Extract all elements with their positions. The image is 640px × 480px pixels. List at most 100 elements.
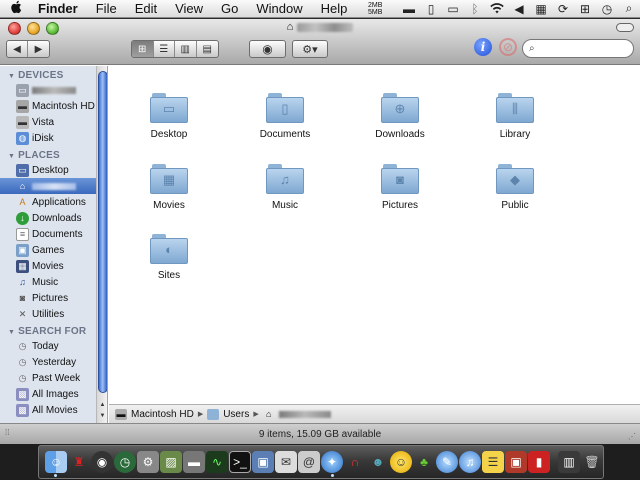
back-button[interactable]: ◀	[7, 41, 28, 57]
folder-music[interactable]: ♫ Music	[240, 162, 330, 211]
sidebar-item-utilities[interactable]: ✕ Utilities	[0, 306, 107, 322]
preview-dock-icon[interactable]: ▣	[252, 451, 274, 473]
chair-dock-icon[interactable]: ♜	[68, 451, 90, 473]
people-dock-icon[interactable]: ☻	[367, 451, 389, 473]
places-header[interactable]: ▼ PLACES	[0, 146, 107, 162]
quicklook-eye-button[interactable]: ◉	[250, 41, 285, 57]
sidebar-item-vista[interactable]: ▬ Vista	[0, 114, 107, 130]
coverflow-view-button[interactable]: ▤	[197, 41, 218, 57]
sidebar-item-pictures[interactable]: ◙ Pictures	[0, 290, 107, 306]
sync-icon[interactable]: ⟳	[552, 0, 574, 18]
sidebar-item-yesterday[interactable]: ◷ Yesterday	[0, 354, 107, 370]
flashcard-dock-icon[interactable]: ▮	[528, 451, 550, 473]
folder-movies[interactable]: ▦ Movies	[124, 162, 214, 211]
window-icon[interactable]: ▭	[442, 0, 464, 18]
bluetooth-icon[interactable]: ᛒ	[464, 0, 486, 18]
wifi-icon[interactable]	[486, 0, 508, 18]
alien-dock-icon[interactable]: ♣	[413, 451, 435, 473]
music-icon: ♫	[19, 277, 26, 287]
mail-stamps-dock-icon[interactable]: ✉	[275, 451, 297, 473]
search-for-header[interactable]: ▼ SEARCH FOR	[0, 322, 107, 338]
sidebar-item-documents[interactable]: ≡ Documents	[0, 226, 107, 242]
menu-window[interactable]: Window	[247, 0, 311, 18]
menu-help[interactable]: Help	[312, 0, 357, 18]
sidebar-item-past-week[interactable]: ◷ Past Week	[0, 370, 107, 386]
address-book-dock-icon[interactable]: @	[298, 451, 320, 473]
folder-desktop[interactable]: ▭ Desktop	[124, 91, 214, 140]
sidebar-item-all-movies[interactable]: ▩ All Movies	[0, 402, 107, 418]
menu-go[interactable]: Go	[212, 0, 247, 18]
volume-icon[interactable]: ◀	[508, 0, 530, 18]
info-button[interactable]: i	[474, 38, 492, 56]
spaces-grid-icon[interactable]: ⊞	[574, 0, 596, 18]
folder-public[interactable]: ◆ Public	[470, 162, 560, 211]
spotlight-icon[interactable]: ⌕	[618, 0, 640, 18]
spaces-icon[interactable]: ▦	[530, 0, 552, 18]
folder-library[interactable]: ⫼ Library	[470, 91, 560, 140]
search-input[interactable]	[537, 42, 626, 55]
trash-dock-icon[interactable]: 🗑	[581, 451, 603, 473]
finder-dock-icon[interactable]: ☺	[45, 451, 67, 473]
drive-dock-icon[interactable]: ▬	[183, 451, 205, 473]
photo-booth-dock-icon[interactable]: ▣	[505, 451, 527, 473]
memory-meter[interactable]: 2MB 5MB	[368, 2, 394, 16]
menu-edit[interactable]: Edit	[126, 0, 166, 18]
title-bar[interactable]: ⌂ ◀ ▶ ⊞ ☰ ▥ ▤ ◉ ⚙▾ i ⊘ ⌕	[0, 19, 640, 65]
sidebar-item-all-images[interactable]: ▩ All Images	[0, 386, 107, 402]
applications-icon: A	[19, 197, 26, 207]
sidebar-item-downloads[interactable]: ↓ Downloads	[0, 210, 107, 226]
photos-dock-icon[interactable]: ▨	[160, 451, 182, 473]
forward-button[interactable]: ▶	[28, 41, 49, 57]
sidebar-scrollbar[interactable]: ▲ ▼	[96, 66, 107, 423]
sidebar-item-today[interactable]: ◷ Today	[0, 338, 107, 354]
folder-pictures[interactable]: ◙ Pictures	[355, 162, 445, 211]
system-preferences-dock-icon[interactable]: ⚙	[137, 451, 159, 473]
search-field[interactable]: ⌕	[522, 39, 634, 58]
sidebar-item-games[interactable]: ▣ Games	[0, 242, 107, 258]
folder-downloads[interactable]: ⊕ Downloads	[355, 91, 445, 140]
sidebar-item-applications[interactable]: A Applications	[0, 194, 107, 210]
scroll-up-arrow-icon[interactable]: ▲	[97, 399, 107, 410]
path-users[interactable]: Users	[223, 409, 249, 420]
clock-icon[interactable]: ◷	[596, 0, 618, 18]
itunes-dock-icon[interactable]: ♫	[459, 451, 481, 473]
toolbar-toggle-button[interactable]	[616, 23, 634, 32]
activity-monitor-dock-icon[interactable]: ∿	[206, 451, 228, 473]
scroll-down-arrow-icon[interactable]: ▼	[97, 410, 107, 421]
ichat-dock-icon[interactable]: ✎	[436, 451, 458, 473]
sidebar-item-movies[interactable]: ▦ Movies	[0, 258, 107, 274]
list-view-button[interactable]: ☰	[154, 41, 175, 57]
resize-handle-icon[interactable]: ⋰	[628, 432, 636, 441]
sidebar-item-music[interactable]: ♫ Music	[0, 274, 107, 290]
devices-header[interactable]: ▼ DEVICES	[0, 66, 107, 82]
folder-sites[interactable]: ◐ Sites	[124, 232, 214, 281]
path-blurred-user[interactable]	[278, 410, 331, 418]
sidebar-scroll-thumb[interactable]	[98, 71, 107, 393]
menu-view[interactable]: View	[166, 0, 212, 18]
dashboard-dock-icon[interactable]: ◉	[91, 451, 113, 473]
icon-view-button[interactable]: ⊞	[132, 41, 154, 57]
magnet-dock-icon[interactable]: ∩	[344, 451, 366, 473]
apple-menu-icon[interactable]	[0, 0, 32, 17]
dash-menu-icon[interactable]: ▬	[398, 0, 420, 18]
downloads-stack-dock-icon[interactable]: ▥	[558, 451, 580, 473]
grip-icon[interactable]: ⁞⁞	[5, 428, 9, 437]
column-view-button[interactable]: ▥	[175, 41, 197, 57]
path-disk[interactable]: Macintosh HD	[131, 409, 194, 420]
no-entry-icon[interactable]: ⊘	[499, 38, 517, 56]
sidebar-item-computer[interactable]: ▭	[0, 82, 107, 98]
sidebar-item-macintosh-hd[interactable]: ▬ Macintosh HD	[0, 98, 107, 114]
terminal-dock-icon[interactable]: >_	[229, 451, 251, 473]
sidebar-item-home[interactable]: ⌂	[0, 178, 107, 194]
adium-dock-icon[interactable]: ☺	[390, 451, 412, 473]
timemachine-dock-icon[interactable]: ◷	[114, 451, 136, 473]
menu-file[interactable]: File	[87, 0, 126, 18]
stickies-dock-icon[interactable]: ☰	[482, 451, 504, 473]
battery-icon[interactable]: ▯	[420, 0, 442, 18]
folder-documents[interactable]: ▯ Documents	[240, 91, 330, 140]
menu-finder[interactable]: Finder	[32, 0, 87, 18]
sidebar-item-desktop[interactable]: ▭ Desktop	[0, 162, 107, 178]
sidebar-item-idisk[interactable]: ◍ iDisk	[0, 130, 107, 146]
action-gear-button[interactable]: ⚙▾	[293, 41, 327, 57]
safari-dock-icon[interactable]: ✦	[321, 451, 343, 473]
